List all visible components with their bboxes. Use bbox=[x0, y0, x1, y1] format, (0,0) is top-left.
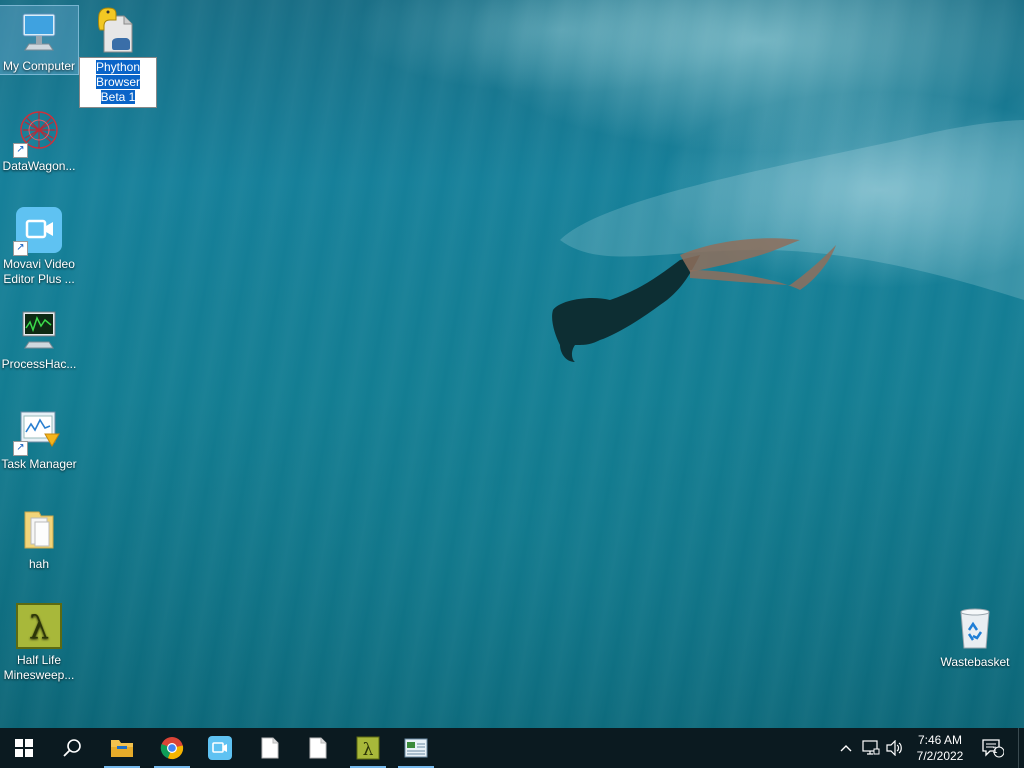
show-hidden-icons-button[interactable] bbox=[836, 728, 856, 768]
lambda-icon: λ bbox=[356, 736, 380, 760]
lambda-icon: λ bbox=[15, 602, 63, 650]
taskbar-document-1[interactable] bbox=[246, 728, 294, 768]
chevron-up-icon bbox=[840, 745, 852, 752]
desktop-icon-label: DataWagon... bbox=[2, 159, 76, 173]
recycle-bin-icon bbox=[951, 604, 999, 652]
chrome-icon bbox=[160, 737, 184, 760]
desktop-icon-processhacker[interactable]: ProcessHac... bbox=[0, 304, 78, 372]
desktop-icon-label: Movavi Video Editor Plus ... bbox=[3, 257, 75, 286]
windows-start-icon bbox=[15, 739, 33, 757]
desktop-icon-label: My Computer bbox=[2, 59, 76, 73]
folder-icon bbox=[111, 740, 133, 757]
desktop-icon-movavi[interactable]: ↗ Movavi Video Editor Plus ... bbox=[0, 204, 78, 287]
taskbar-clock[interactable]: 7:46 AM 7/2/2022 bbox=[908, 732, 972, 764]
desktop-icon-task-manager[interactable]: ↗ Task Manager bbox=[0, 404, 78, 472]
document-icon bbox=[261, 737, 279, 759]
task-manager-icon: ↗ bbox=[13, 406, 63, 456]
folder-icon bbox=[15, 506, 63, 554]
taskbar-chrome[interactable] bbox=[148, 728, 196, 768]
network-tray-button[interactable] bbox=[860, 728, 882, 768]
desktop-icon-label: Task Manager bbox=[1, 457, 77, 471]
network-icon bbox=[862, 740, 880, 755]
video-camera-icon bbox=[208, 736, 232, 760]
video-camera-icon: ↗ bbox=[13, 206, 63, 256]
speaker-icon bbox=[886, 740, 902, 756]
search-button[interactable] bbox=[48, 728, 96, 768]
desktop-icon-python-browser[interactable]: Phython Browser Beta 1 bbox=[78, 4, 158, 108]
clock-date: 7/2/2022 bbox=[916, 749, 964, 763]
taskbar-movavi[interactable] bbox=[196, 728, 244, 768]
search-icon bbox=[63, 739, 81, 757]
clock-time: 7:46 AM bbox=[917, 733, 963, 747]
taskbar-file-explorer[interactable] bbox=[98, 728, 146, 768]
document-icon bbox=[309, 737, 327, 759]
network-graph-icon: ↗ bbox=[13, 108, 63, 158]
shortcut-arrow-icon: ↗ bbox=[13, 143, 28, 158]
shortcut-arrow-icon: ↗ bbox=[13, 441, 28, 456]
wallpaper-diver bbox=[552, 120, 1024, 362]
notification-count: 1 bbox=[992, 745, 998, 755]
svg-text:λ: λ bbox=[363, 740, 374, 760]
monitor-icon bbox=[15, 8, 63, 56]
desktop-icon-datawagon[interactable]: ↗ DataWagon... bbox=[0, 106, 78, 174]
desktop-icon-label: Wastebasket bbox=[940, 655, 1010, 669]
desktop-icon-label: Half Life Minesweep... bbox=[3, 653, 75, 682]
desktop-icon-folder-hah[interactable]: hah bbox=[0, 504, 78, 572]
desktop-icon-label: ProcessHac... bbox=[1, 357, 77, 371]
taskbar-task-manager[interactable] bbox=[392, 728, 440, 768]
taskbar-half-life[interactable]: λ bbox=[344, 728, 392, 768]
taskbar-document-2[interactable] bbox=[294, 728, 342, 768]
start-button[interactable] bbox=[0, 728, 48, 768]
volume-tray-button[interactable] bbox=[884, 728, 906, 768]
desktop-icon-half-life[interactable]: λ Half Life Minesweep... bbox=[0, 600, 78, 683]
shortcut-arrow-icon: ↗ bbox=[13, 241, 28, 256]
svg-text:λ: λ bbox=[29, 608, 49, 646]
desktop-icon-wastebasket[interactable]: Wastebasket bbox=[936, 602, 1014, 670]
task-manager-icon bbox=[404, 738, 428, 758]
desktop-icon-label: hah bbox=[28, 557, 50, 571]
rename-selected-text: Phython Browser Beta 1 bbox=[95, 60, 141, 104]
desktop-icon-my-computer[interactable]: My Computer bbox=[0, 5, 79, 75]
show-desktop-button[interactable] bbox=[1018, 728, 1024, 768]
python-file-icon bbox=[94, 6, 142, 54]
desktop[interactable]: My Computer ↗ DataWagon... ↗ Movavi Vide… bbox=[0, 0, 1024, 728]
process-monitor-icon bbox=[15, 306, 63, 354]
rename-text-field[interactable]: Phython Browser Beta 1 bbox=[79, 57, 157, 108]
light-rays bbox=[0, 0, 1024, 728]
taskbar: λ 7:46 AM 7/2/2022 1 bbox=[0, 728, 1024, 768]
